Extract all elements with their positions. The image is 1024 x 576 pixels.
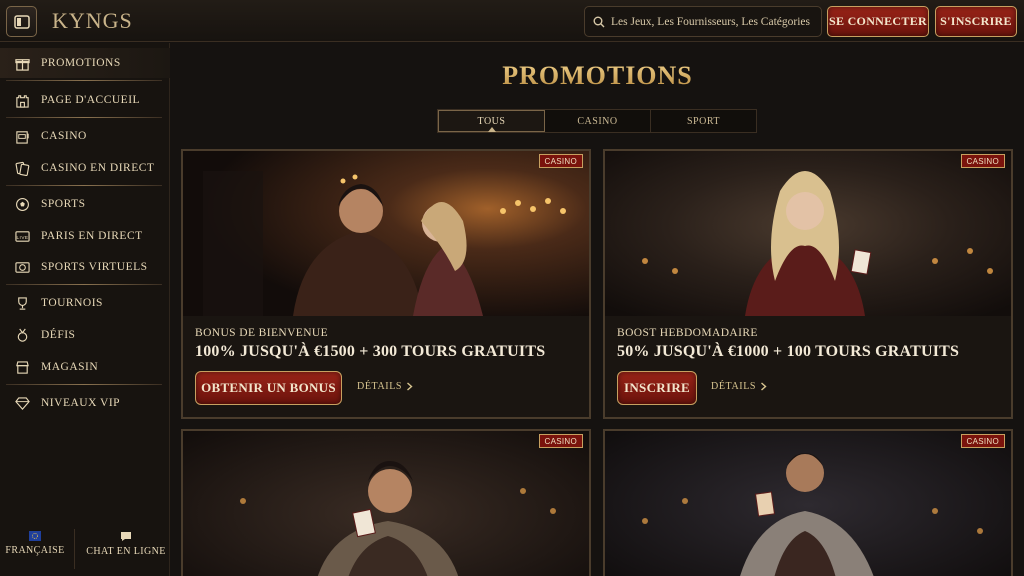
gift-icon — [14, 55, 30, 71]
promotion-card[interactable]: CASINO — [603, 429, 1013, 576]
sidebar-item-casino[interactable]: CASINO — [0, 121, 170, 151]
footer-divider — [74, 529, 75, 569]
chat-label: CHAT EN LIGNE — [86, 546, 166, 557]
promotion-filter-tabs: TOUS CASINO SPORT — [437, 109, 757, 133]
sidebar-divider — [6, 284, 162, 285]
promotion-title: 100% JUSQU'À €1500 + 300 TOURS GRATUITS — [195, 343, 546, 360]
signup-button[interactable]: S'INSCRIRE — [935, 6, 1017, 37]
sidebar-item-live-betting[interactable]: LIVE PARIS EN DIRECT — [0, 221, 170, 251]
sidebar-divider — [6, 80, 162, 81]
sidebar-item-tournaments[interactable]: TOURNOIS — [0, 288, 170, 318]
sidebar-item-label: SPORTS VIRTUELS — [41, 261, 148, 273]
sidebar-item-label: CASINO — [41, 130, 87, 142]
sidebar-item-label: CASINO EN DIRECT — [41, 162, 155, 174]
login-button[interactable]: SE CONNECTER — [827, 6, 929, 37]
search-input[interactable] — [611, 15, 821, 28]
sidebar: PROMOTIONS PAGE D'ACCUEIL CASINO CASINO … — [0, 43, 170, 576]
sidebar-item-label: TOURNOIS — [41, 297, 103, 309]
sidebar-item-label: PROMOTIONS — [41, 57, 121, 69]
diamond-icon — [14, 395, 30, 411]
sidebar-item-promotions[interactable]: PROMOTIONS — [0, 48, 170, 78]
promotion-image: CASINO — [183, 431, 589, 576]
promotion-subtitle: BONUS DE BIENVENUE — [195, 327, 329, 339]
soccer-ball-icon — [14, 196, 30, 212]
sidebar-item-virtual-sports[interactable]: SPORTS VIRTUELS — [0, 252, 170, 282]
promotion-title: 50% JUSQU'À €1000 + 100 TOURS GRATUITS — [617, 343, 960, 360]
trophy-icon — [14, 295, 30, 311]
sidebar-divider — [6, 185, 162, 186]
sidebar-item-vip[interactable]: NIVEAUX VIP — [0, 388, 170, 418]
chevron-right-icon — [761, 382, 767, 391]
tab-casino[interactable]: CASINO — [545, 110, 651, 132]
live-chat-button[interactable]: CHAT EN LIGNE — [84, 531, 168, 557]
sidebar-item-label: PAGE D'ACCUEIL — [41, 94, 141, 106]
promotion-card[interactable]: CASINO BONUS DE BIENVENUE 100% JUSQU'À €… — [181, 149, 591, 419]
promotion-subtitle: BOOST HEBDOMADAIRE — [617, 327, 758, 339]
details-label: DÉTAILS — [357, 381, 403, 392]
sidebar-item-label: MAGASIN — [41, 361, 99, 373]
promotion-image: CASINO — [183, 151, 589, 316]
search-icon — [593, 16, 605, 27]
sidebar-toggle-button[interactable] — [6, 6, 37, 37]
logo-text: KYNGS — [52, 8, 133, 33]
sidebar-item-home[interactable]: PAGE D'ACCUEIL — [0, 85, 170, 115]
language-selector[interactable]: FRANÇAISE — [4, 531, 66, 556]
sidebar-item-live-casino[interactable]: CASINO EN DIRECT — [0, 153, 170, 183]
svg-text:LIVE: LIVE — [16, 234, 28, 239]
details-link[interactable]: DÉTAILS — [357, 381, 413, 392]
page-title: PROMOTIONS — [171, 61, 1024, 91]
tab-sport[interactable]: SPORT — [651, 110, 756, 132]
chat-bubble-icon — [121, 532, 131, 541]
category-badge: CASINO — [538, 434, 583, 448]
get-bonus-button[interactable]: OBTENIR UN BONUS — [195, 371, 342, 405]
slot-machine-icon — [14, 128, 30, 144]
details-link[interactable]: DÉTAILS — [711, 381, 767, 392]
sidebar-divider — [6, 384, 162, 385]
sidebar-item-shop[interactable]: MAGASIN — [0, 352, 170, 382]
chevron-right-icon — [407, 382, 413, 391]
live-icon: LIVE — [14, 228, 30, 244]
category-badge: CASINO — [960, 434, 1005, 448]
search-bar[interactable] — [584, 6, 822, 37]
top-bar: KYNGS SE CONNECTER S'INSCRIRE — [0, 0, 1024, 42]
sidebar-footer: FRANÇAISE CHAT EN LIGNE — [0, 525, 170, 575]
promotion-card[interactable]: CASINO — [181, 429, 591, 576]
sidebar-item-label: SPORTS — [41, 198, 86, 210]
category-badge: CASINO — [960, 154, 1005, 168]
details-label: DÉTAILS — [711, 381, 757, 392]
eu-flag-icon — [29, 531, 41, 541]
sidebar-toggle-icon — [13, 14, 30, 29]
cards-icon — [14, 160, 30, 176]
sidebar-item-label: NIVEAUX VIP — [41, 397, 121, 409]
language-label: FRANÇAISE — [5, 545, 65, 556]
sidebar-item-label: DÉFIS — [41, 329, 76, 341]
shop-icon — [14, 359, 30, 375]
site-logo[interactable]: KYNGS — [52, 6, 133, 36]
sidebar-item-label: PARIS EN DIRECT — [41, 230, 143, 242]
sidebar-divider — [6, 117, 162, 118]
promotion-image: CASINO — [605, 151, 1011, 316]
virtual-sports-icon — [14, 259, 30, 275]
promotion-card[interactable]: CASINO BOOST HEBDOMADAIRE 50% JUSQU'À €1… — [603, 149, 1013, 419]
promotion-image: CASINO — [605, 431, 1011, 576]
sidebar-item-sports[interactable]: SPORTS — [0, 189, 170, 219]
castle-icon — [14, 92, 30, 108]
tab-all[interactable]: TOUS — [438, 110, 545, 132]
sidebar-item-challenges[interactable]: DÉFIS — [0, 320, 170, 350]
main-content: PROMOTIONS TOUS CASINO SPORT CASINO BONU… — [171, 43, 1024, 576]
category-badge: CASINO — [538, 154, 583, 168]
medal-icon — [14, 327, 30, 343]
signup-promo-button[interactable]: INSCRIRE — [617, 371, 697, 405]
